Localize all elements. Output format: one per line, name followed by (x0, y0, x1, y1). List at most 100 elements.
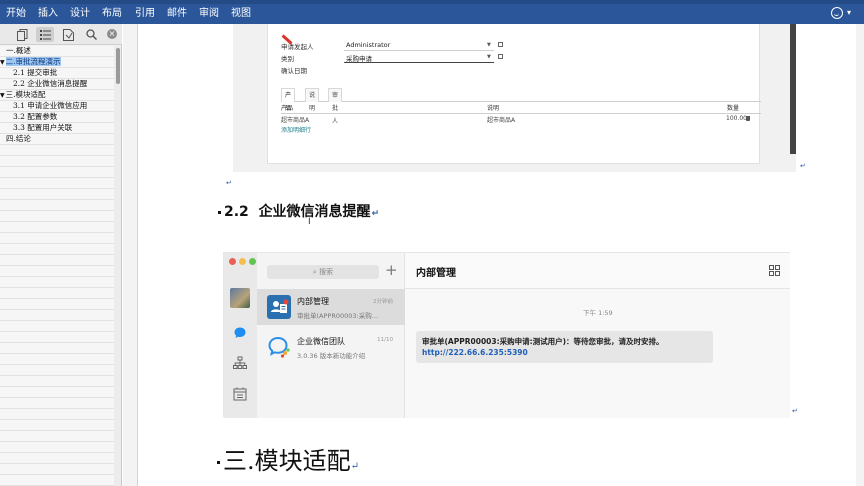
column-header-product: 产品 (281, 105, 294, 112)
caret-down-icon: ▼ (487, 54, 491, 60)
search-placeholder: 搜索 (319, 268, 334, 276)
conversation-wecom-team: 企业微信团队 11/10 3.0.36 版本新功能介绍 (257, 329, 405, 365)
text-cursor-icon: I (308, 217, 311, 227)
tabs-underline (281, 101, 761, 102)
cell-quantity: 100.00 (726, 115, 747, 122)
message-bubble: 审批单(APPR00003:采购申请:测试用户)：等待您审批，请及时安排。 htt… (416, 331, 713, 363)
nav-item-label: 二.审批流程演示 (5, 57, 61, 66)
tab-approver: 审批人 (328, 88, 343, 125)
heading-bullet (217, 461, 220, 464)
caret-down-icon: ▼ (487, 42, 491, 48)
nav-item-module-adapt[interactable]: ▼三.模块适配 (0, 90, 46, 100)
heading-3[interactable]: 三.模块适配↵ (217, 446, 359, 482)
ribbon-tab-bar: 开始 插入 设计 布局 引用 邮件 审阅 视图 ▾ (0, 0, 864, 24)
nav-item-config-user[interactable]: 3.3 配置用户关联 (13, 123, 72, 133)
window-minimize-dot (239, 258, 246, 265)
conversation-time: 2分钟前 (373, 299, 393, 305)
wecom-search-box: ⌕ 搜索 (267, 265, 379, 279)
heading-number: 2.2 (224, 204, 249, 220)
paragraph-mark: ↵ (226, 179, 232, 187)
nav-item-label: 3.3 配置用户关联 (13, 123, 73, 132)
message-time: 下午 1:59 (583, 309, 613, 317)
cell-description: 超市商品A (487, 117, 516, 124)
tab-description: 说明 (305, 88, 320, 112)
heading-text: 三.模块适配 (223, 447, 351, 475)
heading-bullet (218, 210, 221, 214)
nav-scrollbar-thumb[interactable] (116, 48, 120, 84)
external-link-icon (498, 42, 503, 47)
collapse-arrow-icon[interactable]: ▼ (0, 92, 5, 99)
conversation-time: 11/10 (377, 337, 393, 343)
outline-view-icon[interactable] (36, 27, 54, 42)
document-map-icon[interactable] (59, 27, 77, 42)
add-icon: + (385, 261, 398, 279)
tab-mailings[interactable]: 邮件 (167, 8, 187, 20)
feedback-smiley-icon[interactable] (831, 7, 843, 19)
chat-header: 内部管理 (405, 253, 790, 289)
category-label: 类别 (281, 55, 294, 63)
add-line-link: 添加明细行 (281, 127, 312, 134)
trash-icon (746, 116, 750, 121)
search-icon[interactable] (82, 27, 100, 42)
tab-references[interactable]: 引用 (135, 8, 155, 20)
group-avatar-icon (267, 295, 291, 319)
nav-item-wecom-notify[interactable]: 2.2 企业微信消息提醒 (13, 79, 87, 89)
tab-home[interactable]: 开始 (6, 8, 26, 20)
nav-item-config-params[interactable]: 3.2 配置参数 (13, 112, 57, 122)
applicant-underline (344, 50, 494, 51)
tab-products: 产品 (281, 88, 296, 112)
conversation-list: ⌕ 搜索 + 内部管理 2分钟前 审批单(APPR00003:采购… 企业微信团… (257, 253, 405, 418)
outline-list: 一.概述 ▼二.审批流程演示 2.1 提交审批 2.2 企业微信消息提醒 ▼三.… (0, 46, 114, 486)
nav-item-label: 一.概述 (6, 46, 31, 55)
heading-2-2[interactable]: 2.2 企业微信消息提醒↵ (218, 201, 379, 221)
tab-view[interactable]: 视图 (231, 8, 251, 20)
org-chart-icon (233, 356, 247, 369)
nav-item-submit-approval[interactable]: 2.1 提交审批 (13, 68, 57, 78)
dark-edge (790, 24, 796, 154)
wecom-logo-icon (267, 335, 291, 359)
applicant-label: 申请发起人 (281, 43, 314, 51)
avatar (230, 288, 250, 308)
tab-layout[interactable]: 布局 (102, 8, 122, 20)
thumbnails-view-icon[interactable] (13, 27, 31, 42)
tab-review[interactable]: 审阅 (199, 8, 219, 20)
paragraph-mark: ↵ (350, 461, 360, 472)
nav-item-apply-wecom-app[interactable]: 3.1 申请企业微信应用 (13, 101, 87, 111)
wecom-sidebar (224, 253, 257, 418)
nav-item-conclusion[interactable]: 四.结论 (6, 134, 31, 144)
nav-item-label: 2.2 企业微信消息提醒 (13, 79, 88, 88)
document-scrollbar[interactable] (856, 24, 864, 486)
message-text: 审批单(APPR00003:采购申请:测试用户)：等待您审批，请及时安排。 (422, 337, 664, 346)
chevron-down-icon[interactable]: ▾ (847, 8, 851, 17)
paragraph-mark: ↵ (792, 407, 798, 415)
message-icon (234, 327, 246, 338)
chat-panel: 内部管理 下午 1:59 审批单(APPR00003:采购申请:测试用户)：等待… (405, 253, 790, 418)
title-bar-strip (0, 0, 864, 4)
window-close-dot (229, 258, 236, 265)
nav-scrollbar[interactable] (114, 46, 121, 486)
apps-grid-icon (769, 265, 780, 276)
conversation-preview: 审批单(APPR00003:采购… (297, 312, 379, 320)
tab-design[interactable]: 设计 (70, 8, 90, 20)
tab-insert[interactable]: 插入 (38, 8, 58, 20)
nav-toolbar: × (0, 24, 122, 45)
nav-item-overview[interactable]: 一.概述 (6, 46, 31, 56)
category-underline (344, 62, 494, 63)
applicant-value: Administrator (346, 41, 391, 49)
collapse-arrow-icon[interactable]: ▼ (0, 59, 5, 66)
conversation-name: 内部管理 (297, 297, 329, 306)
conversation-name: 企业微信团队 (297, 337, 345, 346)
confirm-date-label: 确认日期 (281, 67, 307, 75)
column-header-quantity: 数量 (727, 105, 740, 112)
close-icon[interactable]: × (107, 29, 117, 39)
message-link: http://222.66.6.235:5390 (422, 348, 528, 357)
paragraph-mark: ↵ (371, 209, 380, 219)
nav-item-approval-demo[interactable]: ▼二.审批流程演示 (0, 57, 61, 67)
nav-item-label: 四.结论 (6, 134, 31, 143)
external-link-icon (498, 54, 503, 59)
wecom-screenshot: ⌕ 搜索 + 内部管理 2分钟前 审批单(APPR00003:采购… 企业微信团… (223, 252, 790, 418)
calendar-icon (233, 387, 247, 401)
chat-title: 内部管理 (416, 268, 456, 279)
window-zoom-dot (249, 258, 256, 265)
navigation-pane: × 一.概述 ▼二.审批流程演示 2.1 提交审批 2.2 企业微信消息提醒 ▼… (0, 24, 122, 486)
